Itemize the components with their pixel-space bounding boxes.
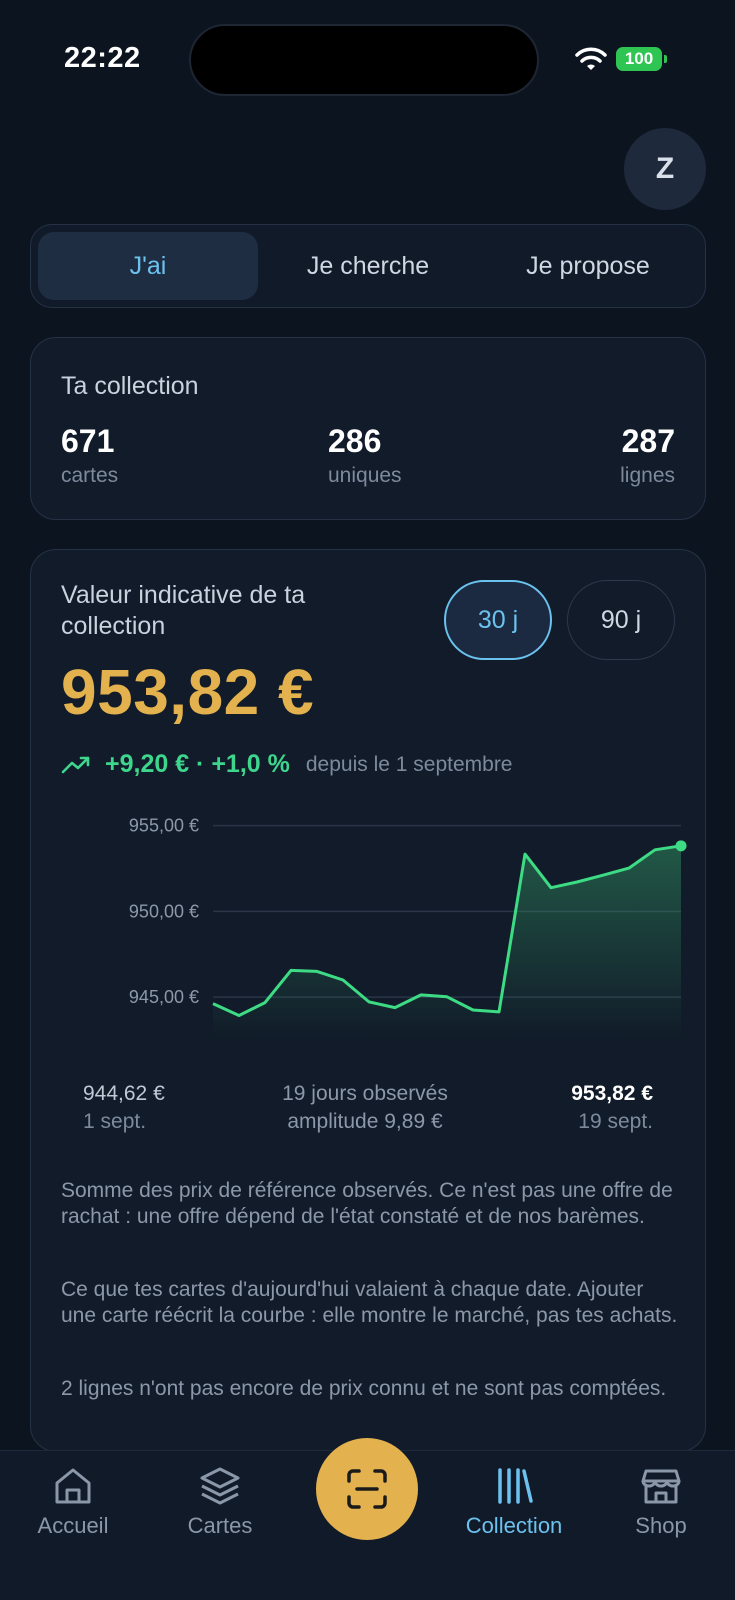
stat-label: cartes (61, 464, 119, 487)
stat-cartes: 671 cartes (61, 423, 118, 488)
nav-label: Cartes (187, 1513, 253, 1538)
collection-card: Ta collection 671 cartes 286 uniques 287… (30, 337, 706, 520)
status-time: 22:22 (64, 42, 141, 74)
stat-uniques: 286 uniques (328, 423, 402, 488)
nav-label: Shop (635, 1513, 687, 1538)
nav-shop[interactable]: Shop (596, 1465, 726, 1539)
end-date: 19 sept. (578, 1110, 653, 1133)
trend-up-icon (61, 756, 90, 773)
note-missing: 2 lignes n'ont pas encore de prix connu … (61, 1377, 667, 1400)
tab-je-propose[interactable]: Je propose (478, 232, 698, 300)
stat-label: uniques (328, 464, 402, 487)
y-tick-label: 945,00 € (129, 987, 199, 1007)
collection-title: Ta collection (61, 372, 199, 400)
nav-collection[interactable]: Collection (449, 1465, 579, 1539)
tab-j-ai[interactable]: J'ai (38, 232, 258, 300)
stat-lignes: 287 lignes (620, 423, 675, 488)
layers-icon (200, 1467, 240, 1505)
dynamic-island (189, 24, 539, 96)
period-90-button[interactable]: 90 j (567, 580, 675, 660)
chart-start: 944,62 € 1 sept. (83, 1080, 165, 1136)
start-date: 1 sept. (83, 1110, 147, 1133)
avatar[interactable]: Z (624, 128, 706, 210)
valuation-chart: 955,00 € 950,00 € 945,00 € (129, 816, 687, 1040)
nav-label: Accueil (37, 1513, 109, 1538)
library-icon (498, 1468, 533, 1504)
delta-row: +9,20 € · +1,0 % depuis le 1 septembre (61, 750, 513, 779)
y-tick-label: 955,00 € (129, 816, 199, 836)
series-area (213, 845, 681, 1040)
period-30-button[interactable]: 30 j (444, 580, 552, 660)
stat-value: 287 (621, 423, 675, 459)
shop-icon (641, 1469, 681, 1504)
total-value: 953,82 € (61, 656, 315, 728)
nav-cartes[interactable]: Cartes (155, 1465, 285, 1539)
chart-summary: 19 jours observés amplitude 9,89 € (255, 1080, 475, 1136)
days-observed: 19 jours observés (282, 1082, 448, 1105)
stat-value: 671 (61, 423, 115, 459)
delta-value: +9,20 € · +1,0 % (105, 750, 290, 778)
y-tick-label: 950,00 € (129, 901, 199, 921)
last-point (675, 840, 687, 852)
stat-label: lignes (620, 464, 675, 487)
valuation-title: Valeur indicative de ta collection (61, 581, 306, 640)
end-value: 953,82 € (571, 1082, 653, 1105)
segmented-tabs: J'ai Je cherche Je propose (30, 224, 706, 308)
note-market: Ce que tes cartes d'aujourd'hui valaient… (61, 1278, 678, 1327)
amplitude: amplitude 9,89 € (287, 1110, 443, 1133)
delta-since: depuis le 1 septembre (305, 752, 513, 776)
valuation-card: Valeur indicative de ta collection 30 j … (30, 549, 706, 1452)
chart-end: 953,82 € 19 sept. (571, 1080, 653, 1136)
stat-value: 286 (328, 423, 382, 459)
tab-je-cherche[interactable]: Je cherche (258, 232, 478, 300)
scan-button[interactable] (316, 1438, 418, 1540)
scan-icon (347, 1469, 387, 1509)
nav-accueil[interactable]: Accueil (8, 1465, 138, 1539)
wifi-icon (575, 47, 607, 70)
battery-indicator: 100 (616, 47, 667, 71)
note-reference: Somme des prix de référence observés. Ce… (61, 1179, 673, 1228)
home-icon (55, 1468, 91, 1504)
nav-label: Collection (465, 1513, 563, 1538)
start-value: 944,62 € (83, 1082, 165, 1105)
